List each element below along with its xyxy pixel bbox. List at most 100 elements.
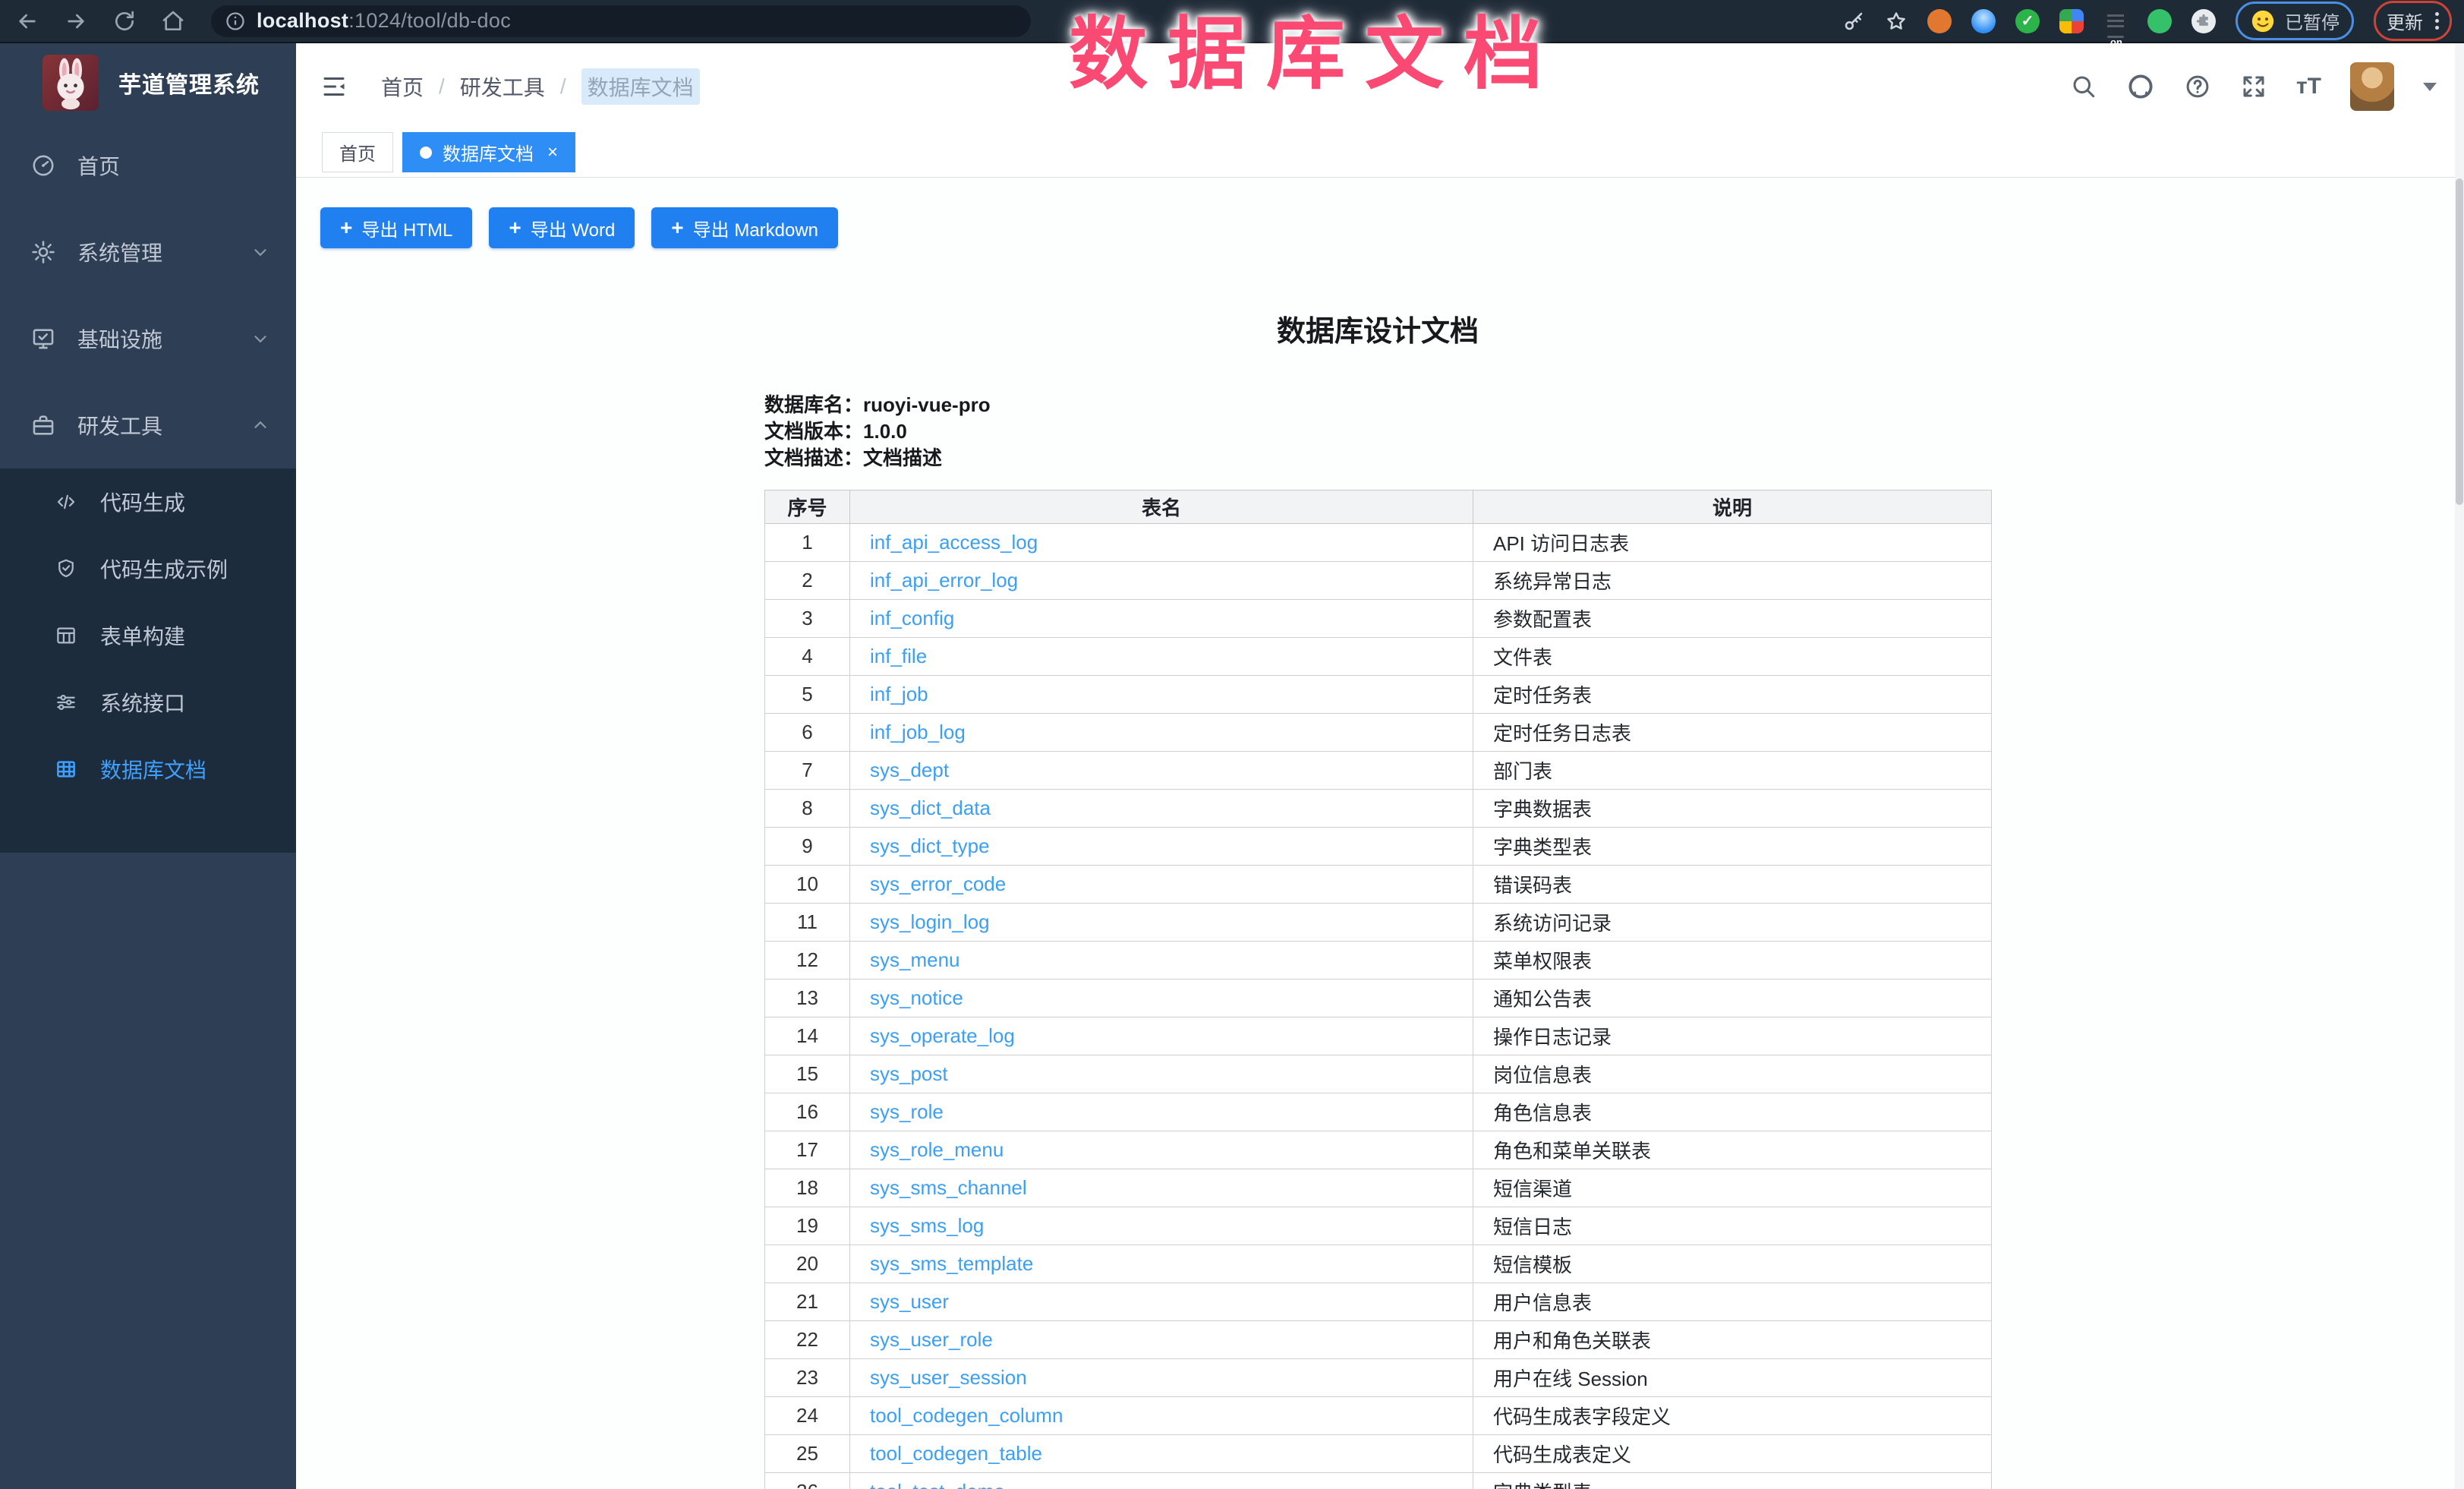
- export-markdown-button[interactable]: + 导出 Markdown: [651, 207, 838, 248]
- extension-leaf-icon[interactable]: [2147, 9, 2172, 33]
- gear-icon: [30, 239, 56, 265]
- table-name-link[interactable]: sys_user_role: [870, 1328, 993, 1351]
- forward-icon[interactable]: [62, 8, 90, 35]
- back-icon[interactable]: [14, 8, 41, 35]
- table-name-link[interactable]: sys_user: [870, 1290, 949, 1313]
- home-icon[interactable]: [159, 8, 187, 35]
- table-row: 22 sys_user_role 用户和角色关联表: [765, 1321, 1992, 1359]
- table-name-link[interactable]: inf_job_log: [870, 721, 966, 743]
- plus-icon: +: [509, 217, 521, 238]
- table-name-link[interactable]: inf_job: [870, 683, 928, 705]
- table-description: 代码生成表定义: [1473, 1435, 1992, 1473]
- sidebar-item-home[interactable]: 首页: [0, 122, 296, 209]
- bookmark-star-icon[interactable]: [1885, 10, 1908, 33]
- table-name-link[interactable]: sys_operate_log: [870, 1024, 1015, 1047]
- table-name-link[interactable]: sys_post: [870, 1062, 948, 1085]
- sidebar-item-api[interactable]: 系统接口: [0, 669, 296, 736]
- page-scrollbar[interactable]: [2455, 43, 2464, 1489]
- search-icon[interactable]: [2070, 73, 2097, 100]
- table-name-link[interactable]: sys_sms_template: [870, 1252, 1033, 1275]
- table-row: 11 sys_login_log 系统访问记录: [765, 904, 1992, 942]
- table-name-link[interactable]: sys_error_code: [870, 872, 1006, 895]
- table-name-link[interactable]: sys_dict_type: [870, 834, 990, 857]
- sidebar-item-infra[interactable]: 基础设施: [0, 295, 296, 382]
- sidebar-item-form-builder[interactable]: 表单构建: [0, 602, 296, 669]
- table-row: 14 sys_operate_log 操作日志记录: [765, 1017, 1992, 1055]
- row-number: 16: [765, 1093, 850, 1131]
- table-name-link[interactable]: inf_api_access_log: [870, 531, 1038, 554]
- tab-home[interactable]: 首页: [322, 132, 393, 172]
- extension-grid-icon[interactable]: [2059, 9, 2084, 33]
- table-row: 23 sys_user_session 用户在线 Session: [765, 1359, 1992, 1397]
- row-number: 8: [765, 790, 850, 828]
- scrollbar-thumb[interactable]: [2456, 178, 2463, 505]
- table-description: 角色和菜单关联表: [1473, 1131, 1992, 1169]
- extension-check-icon[interactable]: ✓: [2015, 9, 2040, 33]
- app-logo-row[interactable]: 芋道管理系统: [0, 43, 296, 122]
- table-name-link[interactable]: sys_role: [870, 1100, 944, 1123]
- sidebar-item-codegen[interactable]: 代码生成: [0, 468, 296, 535]
- table-name-link[interactable]: sys_sms_log: [870, 1214, 984, 1237]
- table-row: 2 inf_api_error_log 系统异常日志: [765, 562, 1992, 600]
- extension-icon[interactable]: [1927, 9, 1952, 33]
- table-name-link[interactable]: sys_dept: [870, 759, 949, 781]
- sidebar-item-devtools[interactable]: 研发工具: [0, 382, 296, 468]
- table-row: 13 sys_notice 通知公告表: [765, 980, 1992, 1017]
- extensions-puzzle-icon[interactable]: [2191, 9, 2216, 33]
- menu-dots-icon[interactable]: [2435, 12, 2439, 30]
- table-description: 定时任务表: [1473, 676, 1992, 714]
- extension-icon[interactable]: [1971, 9, 1996, 33]
- breadcrumb-home[interactable]: 首页: [381, 71, 424, 102]
- breadcrumb-devtools[interactable]: 研发工具: [460, 71, 545, 102]
- url-host: localhost: [257, 9, 348, 32]
- table-name-link[interactable]: tool_test_demo: [870, 1480, 1005, 1489]
- table-name-link[interactable]: sys_notice: [870, 986, 963, 1009]
- button-label: 导出 HTML: [361, 215, 452, 241]
- font-size-icon[interactable]: тT: [2296, 74, 2321, 99]
- table-name-link[interactable]: tool_codegen_column: [870, 1404, 1063, 1427]
- sidebar-item-codegen-demo[interactable]: 代码生成示例: [0, 535, 296, 602]
- extension-on-icon[interactable]: on: [2103, 9, 2128, 33]
- update-label: 更新: [2387, 8, 2423, 34]
- reload-icon[interactable]: [111, 8, 138, 35]
- close-tab-icon[interactable]: ×: [547, 142, 558, 163]
- table-name-link[interactable]: sys_login_log: [870, 910, 990, 933]
- table-name-link[interactable]: inf_config: [870, 607, 954, 629]
- col-header-no: 序号: [765, 491, 850, 524]
- user-avatar[interactable]: [2350, 62, 2394, 111]
- tab-db-doc[interactable]: 数据库文档 ×: [402, 132, 575, 172]
- export-html-button[interactable]: + 导出 HTML: [320, 207, 472, 248]
- app-logo: [43, 55, 99, 111]
- table-row: 8 sys_dict_data 字典数据表: [765, 790, 1992, 828]
- key-icon[interactable]: [1842, 10, 1865, 33]
- user-menu-caret-icon[interactable]: [2423, 83, 2437, 91]
- export-word-button[interactable]: + 导出 Word: [489, 207, 635, 248]
- site-info-icon[interactable]: [225, 11, 246, 32]
- table-description: 系统异常日志: [1473, 562, 1992, 600]
- sidebar-item-db-doc[interactable]: 数据库文档: [0, 736, 296, 803]
- table-name-link[interactable]: sys_menu: [870, 948, 960, 971]
- table-description: 用户在线 Session: [1473, 1359, 1992, 1397]
- table-name-link[interactable]: sys_sms_channel: [870, 1176, 1027, 1199]
- table-name-link[interactable]: inf_api_error_log: [870, 569, 1018, 591]
- browser-update-button[interactable]: 更新: [2374, 1, 2452, 41]
- table-name-link[interactable]: inf_file: [870, 645, 927, 667]
- fullscreen-icon[interactable]: [2240, 73, 2267, 100]
- table-row: 15 sys_post 岗位信息表: [765, 1055, 1992, 1093]
- active-dot-icon: [420, 147, 432, 159]
- shield-check-icon: [55, 557, 77, 580]
- table-name-link[interactable]: tool_codegen_table: [870, 1442, 1042, 1465]
- table-name-link[interactable]: sys_dict_data: [870, 797, 991, 819]
- collapse-sidebar-icon[interactable]: [320, 73, 348, 100]
- help-icon[interactable]: [2184, 73, 2211, 100]
- address-bar[interactable]: localhost:1024/tool/db-doc: [211, 5, 1031, 37]
- sidebar-item-system[interactable]: 系统管理: [0, 209, 296, 295]
- paused-extension-pill[interactable]: 已暂停: [2236, 2, 2354, 40]
- url-text[interactable]: localhost:1024/tool/db-doc: [257, 9, 511, 33]
- table-name-link[interactable]: sys_role_menu: [870, 1138, 1004, 1161]
- breadcrumb-separator: /: [439, 74, 445, 99]
- table-name-link[interactable]: sys_user_session: [870, 1366, 1027, 1389]
- row-number: 9: [765, 828, 850, 866]
- table-description: 部门表: [1473, 752, 1992, 790]
- github-icon[interactable]: [2126, 72, 2155, 101]
